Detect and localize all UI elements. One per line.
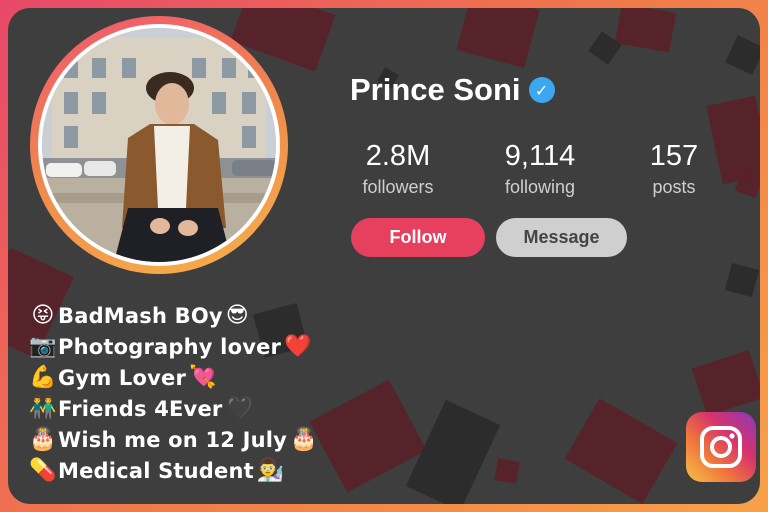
bio-text: Medical Student xyxy=(58,458,254,483)
following-label: following xyxy=(504,177,576,197)
background-shape xyxy=(456,8,540,69)
followers-count: 2.8M xyxy=(365,140,431,172)
post-frame: Prince Soni ✓ 2.8M followers 9,114 follo… xyxy=(0,0,768,512)
flexed-biceps-icon: 💪 xyxy=(29,365,57,390)
background-shape xyxy=(725,35,760,75)
verified-badge-icon: ✓ xyxy=(528,77,555,103)
heart-with-arrow-icon: 💘 xyxy=(189,365,217,390)
avatar[interactable] xyxy=(38,24,280,266)
background-shape xyxy=(614,8,677,53)
black-heart-icon: 🖤 xyxy=(225,396,254,421)
message-button[interactable]: Message xyxy=(496,218,627,257)
squinting-tongue-icon: 😝 xyxy=(31,303,55,328)
bio-text: Gym Lover xyxy=(58,365,187,390)
avatar-ring xyxy=(30,16,288,274)
bio-line: 🎂 Wish me on 12 July 🎂 xyxy=(28,424,318,455)
follow-button[interactable]: Follow xyxy=(351,218,485,257)
bio-line: 📷 Photography lover ❤️ xyxy=(28,331,318,362)
background-shape xyxy=(564,398,678,504)
red-heart-icon: ❤️ xyxy=(284,334,312,359)
stat-following[interactable]: 9,114 following xyxy=(486,140,594,198)
profile-bio: 😝 BadMash BOy 😎 📷 Photography lover ❤️ 💪… xyxy=(28,300,318,486)
birthday-cake-icon: 🎂 xyxy=(29,427,57,452)
bio-text: Friends 4Ever xyxy=(58,396,223,421)
bio-text: Wish me on 12 July xyxy=(58,427,288,452)
instagram-camera-glyph xyxy=(700,426,742,468)
background-shape xyxy=(706,95,760,185)
profile-name-row: Prince Soni ✓ xyxy=(350,72,555,108)
posts-count: 157 xyxy=(649,140,699,172)
bio-text: BadMash BOy xyxy=(58,303,223,328)
profile-name: Prince Soni xyxy=(350,72,521,107)
pill-icon: 💊 xyxy=(29,458,57,483)
background-shape xyxy=(724,262,760,298)
background-shape xyxy=(691,349,760,417)
sunglasses-face-icon: 😎 xyxy=(225,303,249,328)
profile-card: Prince Soni ✓ 2.8M followers 9,114 follo… xyxy=(8,8,760,504)
birthday-cake-icon: 🎂 xyxy=(290,427,318,452)
bio-line: 😝 BadMash BOy 😎 xyxy=(28,300,318,331)
background-shape xyxy=(309,379,427,493)
bio-line: 💊 Medical Student 👨‍🔬 xyxy=(28,455,318,486)
profile-photo-illustration xyxy=(42,28,276,262)
following-count: 9,114 xyxy=(504,140,576,172)
bio-line: 👬 Friends 4Ever 🖤 xyxy=(28,393,318,424)
friends-holding-hands-icon: 👬 xyxy=(29,396,57,421)
followers-label: followers xyxy=(362,177,434,197)
bio-line: 💪 Gym Lover 💘 xyxy=(28,362,318,393)
stat-posts[interactable]: 157 posts xyxy=(642,140,706,198)
posts-label: posts xyxy=(652,177,696,197)
bio-text: Photography lover xyxy=(58,334,282,359)
stat-followers[interactable]: 2.8M followers xyxy=(350,140,446,198)
camera-icon: 📷 xyxy=(29,334,57,359)
profile-photo xyxy=(42,28,276,262)
background-shape xyxy=(494,458,520,484)
instagram-logo-icon xyxy=(686,412,756,482)
scientist-icon: 👨‍🔬 xyxy=(256,458,285,483)
